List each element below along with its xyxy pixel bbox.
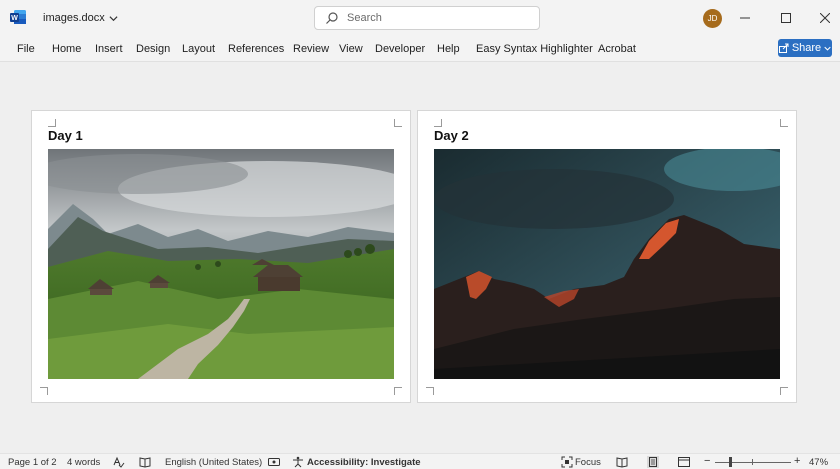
title-bar: W images.docx Search JD <box>0 0 840 36</box>
tab-references[interactable]: References <box>228 43 284 55</box>
search-icon <box>326 12 338 24</box>
word-count[interactable]: 4 words <box>67 457 100 468</box>
search-box[interactable]: Search <box>314 6 540 30</box>
crop-mark <box>394 119 402 127</box>
svg-text:W: W <box>11 15 18 22</box>
crop-mark <box>434 119 442 127</box>
page-heading: Day 1 <box>48 128 83 143</box>
book-icon[interactable] <box>139 456 151 468</box>
zoom-slider[interactable] <box>715 462 791 463</box>
web-layout-icon[interactable] <box>678 456 690 468</box>
zoom-in-button[interactable]: + <box>794 455 800 467</box>
search-placeholder: Search <box>347 12 382 24</box>
ribbon-tabs: File Home Insert Design Layout Reference… <box>0 36 840 62</box>
tab-review[interactable]: Review <box>293 43 329 55</box>
document-name: images.docx <box>43 12 105 24</box>
document-title[interactable]: images.docx <box>43 12 118 24</box>
mountain-sunset-peaks-photo[interactable] <box>434 149 780 379</box>
tab-easy-syntax-highlighter[interactable]: Easy Syntax Highlighter <box>476 43 593 55</box>
document-page-2[interactable]: Day 2 <box>417 110 797 403</box>
close-button[interactable] <box>815 8 835 28</box>
zoom-slider-tick <box>752 459 753 465</box>
mountain-valley-cabins-photo[interactable] <box>48 149 394 379</box>
tab-developer[interactable]: Developer <box>375 43 425 55</box>
proofing-icon[interactable] <box>113 456 125 468</box>
accessibility-icon <box>293 456 303 468</box>
zoom-out-button[interactable]: − <box>704 455 710 467</box>
close-icon <box>820 13 830 23</box>
language-indicator[interactable]: English (United States) <box>165 457 262 468</box>
text-predictions-icon[interactable] <box>268 456 280 468</box>
tab-layout[interactable]: Layout <box>182 43 215 55</box>
read-mode-icon[interactable] <box>616 456 628 468</box>
page-heading: Day 2 <box>434 128 469 143</box>
tab-home[interactable]: Home <box>52 43 81 55</box>
tab-acrobat[interactable]: Acrobat <box>598 43 636 55</box>
word-logo-icon[interactable]: W <box>10 10 26 24</box>
crop-mark <box>48 119 56 127</box>
maximize-button[interactable] <box>776 8 796 28</box>
tab-file[interactable]: File <box>17 43 35 55</box>
crop-mark <box>780 387 788 395</box>
zoom-level[interactable]: 47% <box>809 457 828 468</box>
crop-mark <box>780 119 788 127</box>
crop-mark <box>426 387 434 395</box>
zoom-slider-thumb[interactable] <box>729 457 732 467</box>
share-button[interactable]: Share <box>778 39 832 57</box>
tab-design[interactable]: Design <box>136 43 170 55</box>
focus-button[interactable]: Focus <box>575 457 601 468</box>
chevron-down-icon <box>109 15 118 21</box>
print-layout-icon[interactable] <box>647 456 659 468</box>
tab-help[interactable]: Help <box>437 43 460 55</box>
chevron-down-icon <box>824 46 831 51</box>
page-info[interactable]: Page 1 of 2 <box>8 457 57 468</box>
status-bar: Page 1 of 2 4 words English (United Stat… <box>0 453 840 469</box>
minimize-button[interactable] <box>735 8 755 28</box>
document-page-1[interactable]: Day 1 <box>31 110 411 403</box>
avatar[interactable]: JD <box>703 9 722 28</box>
minimize-icon <box>740 17 750 19</box>
focus-icon <box>561 456 573 468</box>
maximize-icon <box>781 13 791 23</box>
share-label: Share <box>791 42 822 54</box>
tab-insert[interactable]: Insert <box>95 43 123 55</box>
crop-mark <box>40 387 48 395</box>
tab-view[interactable]: View <box>339 43 363 55</box>
accessibility-status[interactable]: Accessibility: Investigate <box>307 457 421 468</box>
share-icon <box>778 43 789 53</box>
avatar-initials: JD <box>707 14 718 23</box>
crop-mark <box>394 387 402 395</box>
